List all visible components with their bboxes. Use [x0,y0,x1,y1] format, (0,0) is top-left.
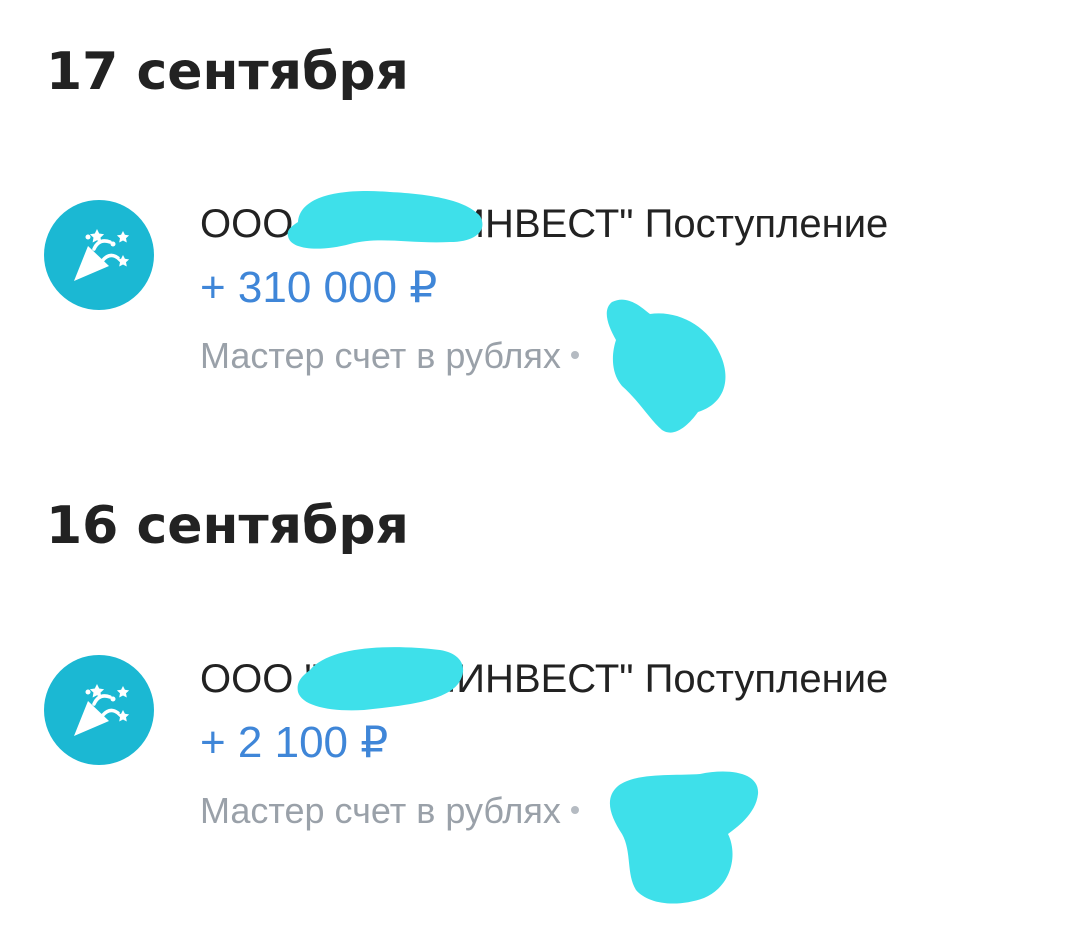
transaction-item[interactable]: ООО "СТРОЙИНВЕСТ" Поступление + 310 000 … [0,200,1080,440]
account-name: Мастер счет в рублях [200,790,561,831]
transaction-item[interactable]: ООО "СТРОЙИНВЕСТ" Поступление + 2 100 ₽ … [0,655,1080,895]
date-heading: 17 сентября [46,42,409,102]
date-heading: 16 сентября [46,496,409,556]
transaction-account: Мастер счет в рублях [200,789,579,833]
transaction-title: ООО "СТРОЙИНВЕСТ" Поступление [200,655,1020,703]
party-popper-icon [44,200,154,310]
transaction-amount: + 2 100 ₽ [200,718,389,767]
transaction-account: Мастер счет в рублях [200,334,579,378]
separator-dot [570,351,579,360]
transaction-amount: + 310 000 ₽ [200,263,438,312]
account-name: Мастер счет в рублях [200,335,561,376]
party-popper-icon [44,655,154,765]
separator-dot [570,806,579,815]
transaction-title: ООО "СТРОЙИНВЕСТ" Поступление [200,200,1020,248]
